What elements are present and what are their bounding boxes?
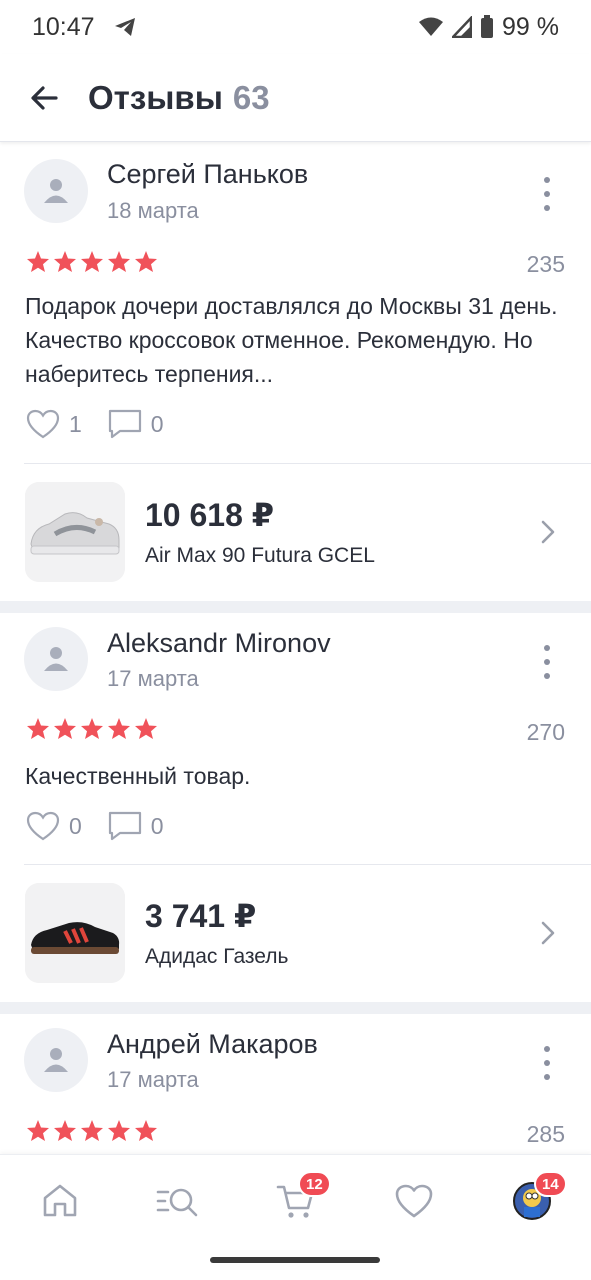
wifi-icon <box>418 16 444 38</box>
comment-icon <box>108 811 141 841</box>
chevron-right-icon <box>541 921 555 950</box>
user-icon <box>44 179 68 203</box>
cart-icon[interactable]: 12 <box>276 1171 331 1221</box>
more-options-icon[interactable] <box>535 645 559 679</box>
star-icon <box>108 251 130 272</box>
star-rating <box>26 250 158 273</box>
avatar <box>24 159 88 223</box>
comment-button[interactable]: 0 <box>108 409 164 439</box>
likes-count: 0 <box>69 812 82 839</box>
product-price: 3 741 ₽ <box>145 898 257 934</box>
heart-icon <box>26 811 60 841</box>
review-text: Подарок дочери доставлялся до Москвы 31 … <box>25 293 558 387</box>
cart-badge: 12 <box>298 1171 331 1197</box>
likes-count: 1 <box>69 410 82 437</box>
heart-icon <box>26 409 60 439</box>
profile-badge: 14 <box>534 1171 567 1197</box>
star-icon <box>54 718 76 739</box>
telegram-icon <box>113 16 137 38</box>
star-rating <box>26 1119 158 1142</box>
battery-icon <box>480 15 494 39</box>
comment-button[interactable]: 0 <box>108 811 164 841</box>
star-icon <box>81 251 103 272</box>
review-card: Андрей Макаров 17 марта 285 <box>0 1014 591 1154</box>
star-icon <box>27 718 49 739</box>
section-separator <box>0 601 591 613</box>
more-options-icon[interactable] <box>535 1046 559 1080</box>
rating-number: 270 <box>526 719 565 745</box>
review-actions: 0 0 <box>26 811 190 841</box>
product-price: 10 618 ₽ <box>145 497 275 533</box>
review-text: Качественный товар. <box>25 763 251 789</box>
reviews-count: 63 <box>232 78 270 116</box>
home-icon[interactable] <box>40 1181 80 1221</box>
app-bar: Отзывы 63 <box>0 54 591 142</box>
review-card: Сергей Паньков 18 марта 235 Подарок доче… <box>0 143 591 603</box>
comment-icon <box>108 409 141 439</box>
review-actions: 1 0 <box>26 409 190 439</box>
star-icon <box>108 1120 130 1141</box>
like-button[interactable]: 0 <box>26 811 82 841</box>
signal-icon <box>452 16 473 38</box>
page-title: Отзывы <box>88 78 223 116</box>
star-rating <box>26 717 158 740</box>
review-date: 18 марта <box>107 198 199 223</box>
review-author: Андрей Макаров <box>107 1029 318 1059</box>
star-icon <box>54 1120 76 1141</box>
product-image <box>25 883 125 983</box>
back-arrow-icon[interactable] <box>26 80 62 116</box>
battery-percent: 99 % <box>502 12 559 41</box>
product-link[interactable]: 10 618 ₽ Air Max 90 Futura GCEL <box>0 482 591 582</box>
chevron-right-icon <box>541 520 555 549</box>
star-icon <box>27 251 49 272</box>
rating-number: 235 <box>526 251 565 277</box>
product-name: Air Max 90 Futura GCEL <box>145 544 375 567</box>
divider <box>24 463 591 464</box>
star-icon <box>108 718 130 739</box>
user-icon <box>44 647 68 671</box>
avatar <box>24 1028 88 1092</box>
avatar <box>24 627 88 691</box>
comments-count: 0 <box>150 812 164 839</box>
review-date: 17 марта <box>107 1067 199 1092</box>
product-image <box>25 482 125 582</box>
status-time: 10:47 <box>32 12 95 41</box>
home-indicator[interactable] <box>210 1257 380 1263</box>
catalog-search-icon[interactable] <box>156 1181 200 1221</box>
star-icon <box>135 718 157 739</box>
review-card: Aleksandr Mironov 17 марта 270 Качествен… <box>0 613 591 1003</box>
review-date: 17 марта <box>107 666 199 691</box>
like-button[interactable]: 1 <box>26 409 82 439</box>
status-bar: 10:47 99 % <box>0 0 591 54</box>
review-author: Aleksandr Mironov <box>107 628 331 658</box>
product-name: Адидас Газель <box>145 945 289 968</box>
divider <box>24 864 591 865</box>
star-icon <box>135 251 157 272</box>
review-author: Сергей Паньков <box>107 159 309 189</box>
user-icon <box>44 1048 68 1072</box>
star-icon <box>81 1120 103 1141</box>
star-icon <box>54 251 76 272</box>
favorites-icon[interactable] <box>394 1181 434 1221</box>
product-link[interactable]: 3 741 ₽ Адидас Газель <box>0 883 591 983</box>
star-icon <box>81 718 103 739</box>
comments-count: 0 <box>150 410 164 437</box>
star-icon <box>27 1120 49 1141</box>
rating-number: 285 <box>526 1121 565 1147</box>
more-options-icon[interactable] <box>535 177 559 211</box>
profile-avatar[interactable]: 14 <box>512 1171 567 1221</box>
section-separator <box>0 1002 591 1014</box>
star-icon <box>135 1120 157 1141</box>
